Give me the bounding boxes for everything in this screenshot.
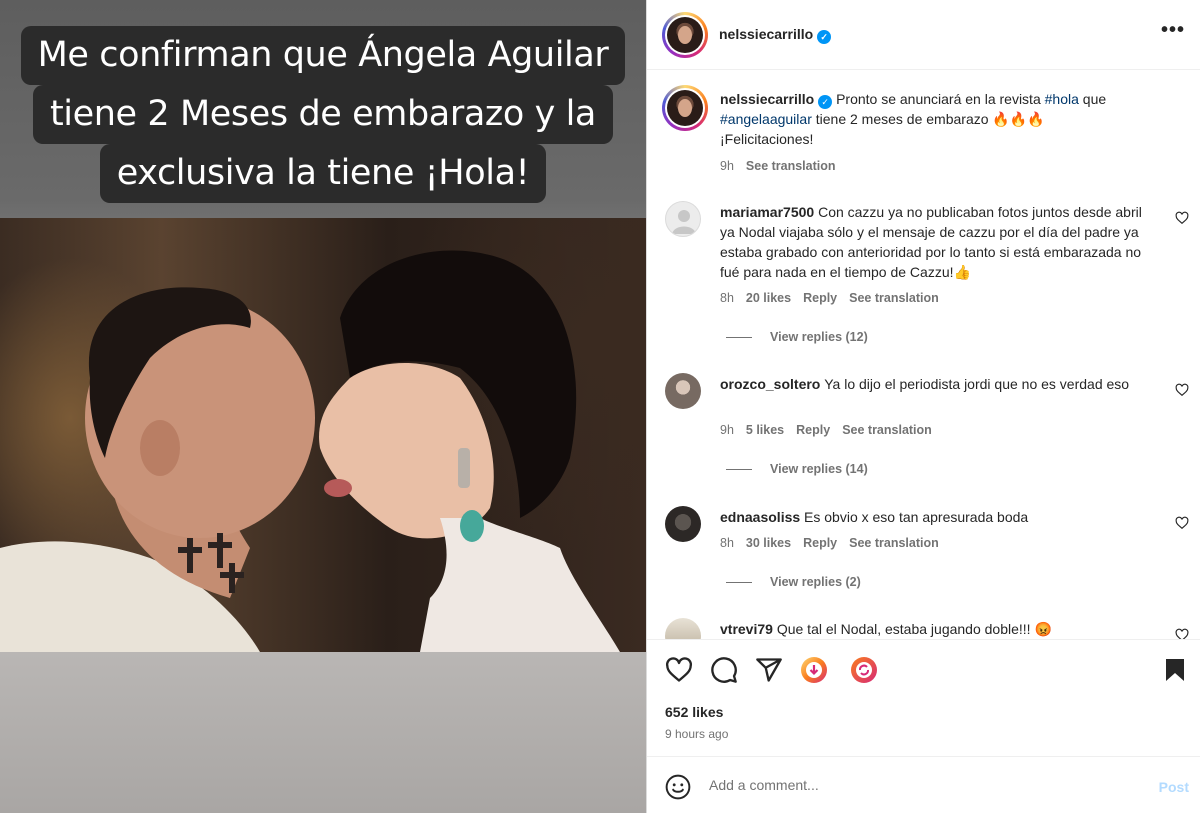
caption-line: tiene 2 Meses de embarazo y la <box>32 85 613 144</box>
comment-likes[interactable]: 5 likes <box>746 423 784 437</box>
repost-extension-icon[interactable] <box>850 656 878 684</box>
replies-divider <box>726 582 752 584</box>
caption-username[interactable]: nelssiecarrillo <box>720 91 814 107</box>
caption-part: Pronto se anunciará en la revista <box>836 91 1045 107</box>
see-translation-link[interactable]: See translation <box>746 159 836 173</box>
comment-time: 8h <box>720 291 734 305</box>
comment-text: ednaasoliss Es obvio x eso tan apresurad… <box>720 507 1156 527</box>
post-photo <box>0 218 646 652</box>
verified-badge-icon: ✓ <box>818 95 833 109</box>
commenter-username[interactable]: orozco_soltero <box>720 376 820 392</box>
comment-likes[interactable]: 20 likes <box>746 291 791 305</box>
comment-time: 8h <box>720 536 734 550</box>
share-icon[interactable] <box>755 656 783 684</box>
comment-text: orozco_soltero Ya lo dijo el periodista … <box>720 374 1156 394</box>
commenter-username[interactable]: mariamar7500 <box>720 204 814 220</box>
media-caption: Me confirman que Ángela Aguilar tiene 2 … <box>0 26 646 203</box>
post-side-panel: nelssiecarrillo ✓ ••• nelssiecarrillo ✓ Pr… <box>646 0 1200 813</box>
more-options-icon[interactable]: ••• <box>1161 20 1185 40</box>
view-replies-button[interactable]: View replies (14) <box>726 462 868 476</box>
commenter-username[interactable]: vtrevi79 <box>720 621 773 637</box>
commenter-avatar[interactable] <box>665 373 701 409</box>
caption-time: 9h <box>720 159 734 173</box>
author-avatar[interactable] <box>662 12 708 58</box>
caption-meta: 9h See translation <box>720 159 848 173</box>
like-comment-heart-icon[interactable] <box>1175 628 1189 639</box>
replies-divider <box>726 469 752 471</box>
caption-part: ¡Felicitaciones! <box>720 131 814 147</box>
comment-body: Ya lo dijo el periodista jordi que no es… <box>824 376 1130 392</box>
post-comment-button[interactable]: Post <box>1159 779 1189 795</box>
reply-button[interactable]: Reply <box>803 536 837 550</box>
comment-icon[interactable] <box>710 656 738 684</box>
like-heart-icon[interactable] <box>665 656 693 684</box>
comment-text: vtrevi79 Que tal el Nodal, estaba jugand… <box>720 619 1156 639</box>
comment-meta: 9h 5 likes Reply See translation <box>720 423 944 437</box>
comment-meta: 8h 30 likes Reply See translation <box>720 536 951 550</box>
comment-body: Que tal el Nodal, estaba jugando doble!!… <box>776 621 1052 637</box>
commenter-avatar[interactable] <box>665 201 701 237</box>
reply-button[interactable]: Reply <box>796 423 830 437</box>
download-extension-icon[interactable] <box>800 656 828 684</box>
view-replies-label: View replies (12) <box>770 330 868 344</box>
view-replies-button[interactable]: View replies (2) <box>726 575 861 589</box>
caption-line: Me confirman que Ángela Aguilar <box>20 26 626 85</box>
view-replies-label: View replies (2) <box>770 575 861 589</box>
post-actions: 652 likes 9 hours ago <box>647 639 1200 754</box>
like-comment-heart-icon[interactable] <box>1175 211 1189 225</box>
view-replies-label: View replies (14) <box>770 462 868 476</box>
see-translation-link[interactable]: See translation <box>849 291 939 305</box>
hashtag-link[interactable]: #hola <box>1045 91 1079 107</box>
like-comment-heart-icon[interactable] <box>1175 383 1189 397</box>
commenter-avatar[interactable] <box>665 618 701 639</box>
like-comment-heart-icon[interactable] <box>1175 516 1189 530</box>
commenter-username[interactable]: ednaasoliss <box>720 509 800 525</box>
photo-illustration <box>0 250 620 652</box>
comment-likes[interactable]: 30 likes <box>746 536 791 550</box>
see-translation-link[interactable]: See translation <box>849 536 939 550</box>
post-header: nelssiecarrillo ✓ ••• <box>647 0 1200 70</box>
caption-part: tiene 2 meses de embarazo 🔥🔥🔥 <box>811 111 1045 127</box>
emoji-icon[interactable] <box>665 774 691 800</box>
author-avatar[interactable] <box>662 85 708 131</box>
instagram-post-viewer: Me confirman que Ángela Aguilar tiene 2 … <box>0 0 1200 813</box>
caption-part: que <box>1078 91 1107 107</box>
comments-list[interactable]: nelssiecarrillo ✓ Pronto se anunciará en … <box>647 71 1200 639</box>
author-username[interactable]: nelssiecarrillo ✓ <box>719 26 832 44</box>
see-translation-link[interactable]: See translation <box>842 423 932 437</box>
comment-meta: 8h 20 likes Reply See translation <box>720 291 951 305</box>
replies-divider <box>726 337 752 339</box>
comment-text: mariamar7500 Con cazzu ya no publicaban … <box>720 202 1156 282</box>
caption-text: nelssiecarrillo ✓ Pronto se anunciará en … <box>720 89 1156 149</box>
hashtag-link[interactable]: #angelaaguilar <box>720 111 812 127</box>
commenter-avatar[interactable] <box>665 506 701 542</box>
add-comment-input[interactable]: Add a comment... <box>709 777 819 793</box>
comment-time: 9h <box>720 423 734 437</box>
caption-line: exclusiva la tiene ¡Hola! <box>99 144 547 203</box>
reply-button[interactable]: Reply <box>803 291 837 305</box>
post-time: 9 hours ago <box>665 727 729 741</box>
author-username-text: nelssiecarrillo <box>719 26 814 42</box>
view-replies-button[interactable]: View replies (12) <box>726 330 868 344</box>
media-letterbox <box>0 652 646 813</box>
comment-body: Es obvio x eso tan apresurada boda <box>804 509 1029 525</box>
verified-badge-icon: ✓ <box>817 30 832 44</box>
add-comment-bar: Add a comment... Post <box>647 756 1200 813</box>
save-bookmark-icon[interactable] <box>1163 657 1187 683</box>
post-media[interactable]: Me confirman que Ángela Aguilar tiene 2 … <box>0 0 646 813</box>
likes-count[interactable]: 652 likes <box>665 704 723 720</box>
